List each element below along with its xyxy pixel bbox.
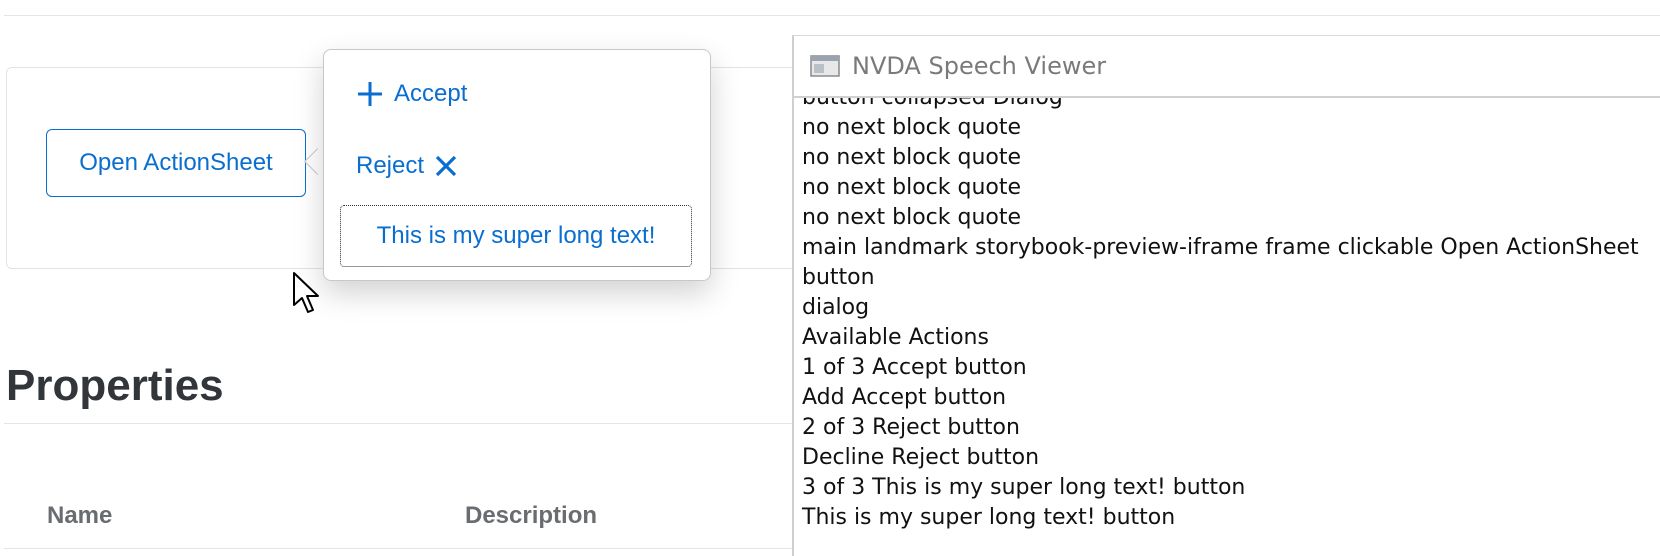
speech-log[interactable]: button collapsed Dialog no next block qu…	[794, 98, 1660, 555]
close-icon	[435, 155, 457, 177]
speech-line: 2 of 3 Reject button	[802, 415, 1020, 440]
nvda-speech-viewer-window: NVDA Speech Viewer button collapsed Dial…	[792, 35, 1660, 556]
plus-icon	[358, 82, 382, 106]
speech-line: Add Accept button	[802, 385, 1007, 410]
column-header-description: Description	[465, 502, 598, 529]
speech-line: no next block quote	[802, 115, 1022, 140]
section-heading-fragment	[70, 0, 140, 12]
accept-action-button[interactable]: Accept	[356, 76, 467, 112]
storybook-page: Open ActionSheet Accept Reject This is m…	[0, 0, 1660, 556]
window-title: NVDA Speech Viewer	[852, 52, 1107, 80]
speech-line: no next block quote	[802, 205, 1022, 230]
reject-action-button[interactable]: Reject	[356, 148, 458, 184]
speech-line: 1 of 3 Accept button	[802, 355, 1027, 380]
speech-line: button	[802, 265, 875, 290]
mouse-pointer-icon	[293, 272, 319, 313]
properties-heading: Properties	[6, 361, 224, 410]
long-text-action-button[interactable]: This is my super long text!	[340, 205, 692, 267]
app-window-icon	[810, 55, 840, 77]
window-titlebar[interactable]: NVDA Speech Viewer	[794, 36, 1660, 98]
speech-line: This is my super long text! button	[802, 505, 1176, 530]
reject-action-label: Reject	[356, 152, 425, 179]
column-header-name: Name	[47, 502, 113, 529]
speech-line: Decline Reject button	[802, 445, 1040, 470]
accept-action-label: Accept	[394, 80, 468, 107]
open-actionsheet-button[interactable]: Open ActionSheet	[46, 129, 306, 197]
divider	[4, 15, 1660, 16]
divider	[4, 548, 794, 549]
divider	[4, 423, 794, 424]
speech-line: button collapsed Dialog	[802, 98, 1660, 113]
speech-line: no next block quote	[802, 145, 1022, 170]
speech-line: dialog	[802, 295, 870, 320]
speech-line: no next block quote	[802, 175, 1022, 200]
speech-line: 3 of 3 This is my super long text! butto…	[802, 475, 1246, 500]
speech-line: main landmark storybook-preview-iframe f…	[802, 235, 1639, 260]
speech-line: Available Actions	[802, 325, 989, 350]
